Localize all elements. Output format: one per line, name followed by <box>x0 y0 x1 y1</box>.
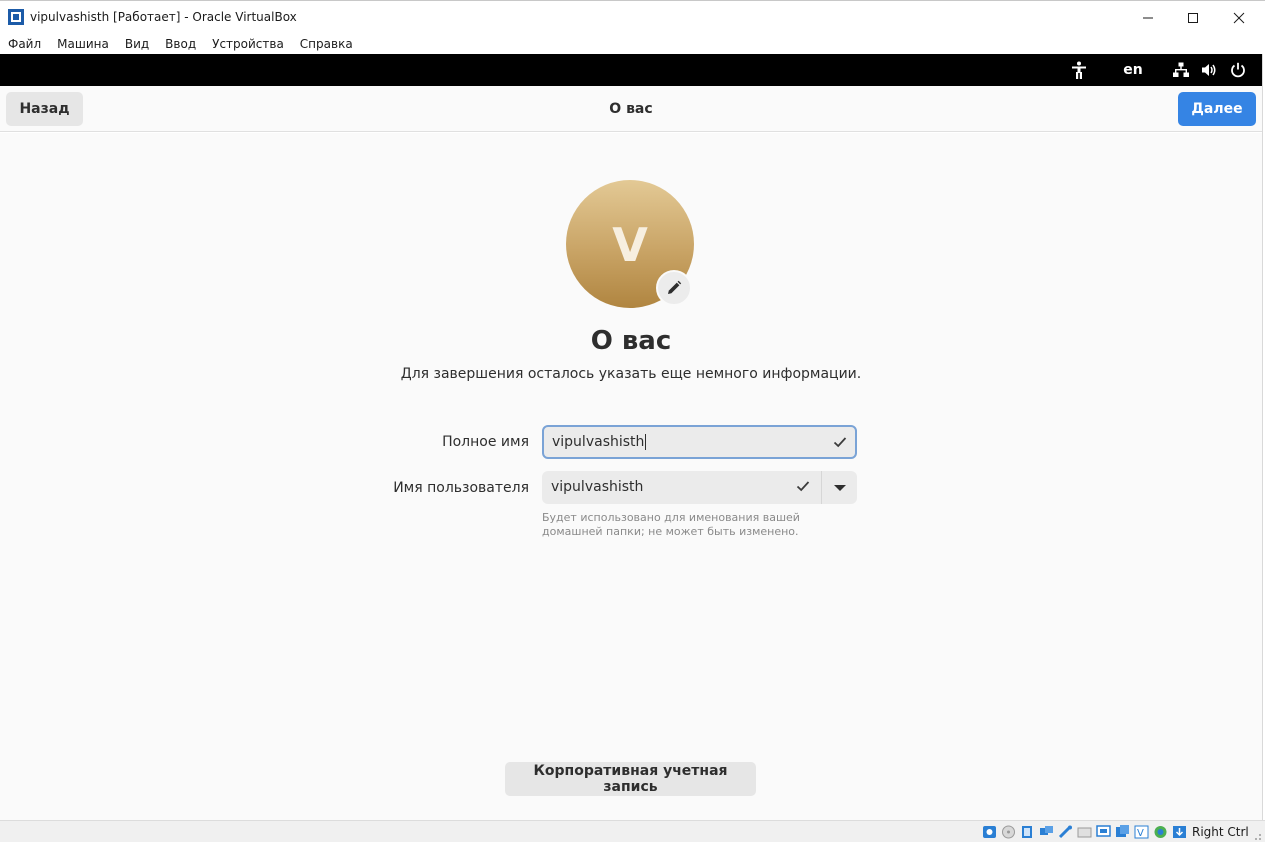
virtualbox-app-icon <box>8 9 24 25</box>
full-name-value: vipulvashisth <box>552 434 647 450</box>
audio-icon[interactable] <box>1020 825 1035 839</box>
network-icon[interactable] <box>1171 54 1191 86</box>
network-adapter-icon[interactable] <box>1039 825 1054 839</box>
menu-file[interactable]: Файл <box>8 37 41 51</box>
menu-bar: Файл Машина Вид Ввод Устройства Справка <box>0 33 1265 54</box>
pencil-icon <box>668 280 682 294</box>
setup-page-content: V О вас Для завершения осталось указать … <box>0 133 1262 820</box>
resize-grip-icon[interactable] <box>1250 829 1262 841</box>
virtualization-icon[interactable]: V <box>1134 825 1149 839</box>
accessibility-icon[interactable] <box>1068 54 1090 86</box>
shared-folders-icon[interactable] <box>1077 825 1092 839</box>
chevron-down-icon <box>833 484 846 491</box>
full-name-label: Полное имя <box>442 434 529 450</box>
avatar-initial: V <box>612 218 648 272</box>
host-key-label: Right Ctrl <box>1192 825 1249 839</box>
full-name-input[interactable]: vipulvashisth <box>542 425 857 459</box>
header-bar: Назад О вас Далее <box>0 86 1262 132</box>
minimize-icon <box>1143 17 1153 18</box>
menu-view[interactable]: Вид <box>125 37 149 51</box>
full-name-text: vipulvashisth <box>552 434 645 450</box>
username-combo[interactable]: vipulvashisth <box>542 471 857 504</box>
close-button[interactable] <box>1216 1 1262 34</box>
close-icon <box>1233 12 1245 23</box>
header-title: О вас <box>609 101 653 117</box>
recording-icon[interactable] <box>1115 825 1130 839</box>
menu-machine[interactable]: Машина <box>57 37 109 51</box>
window-title: vipulvashisth [Работает] - Oracle Virtua… <box>30 10 297 24</box>
accessibility-glyph <box>1072 61 1086 79</box>
username-value[interactable]: vipulvashisth <box>551 479 643 495</box>
page-heading: О вас <box>590 326 672 356</box>
menu-help[interactable]: Справка <box>300 37 353 51</box>
maximize-icon <box>1188 12 1198 23</box>
window-titlebar: vipulvashisth [Работает] - Oracle Virtua… <box>0 0 1265 33</box>
minimize-button[interactable] <box>1125 1 1171 34</box>
vm-status-bar: V Right Ctrl <box>0 820 1265 842</box>
power-glyph <box>1231 62 1245 78</box>
text-cursor <box>645 434 647 450</box>
username-label: Имя пользователя <box>393 480 529 496</box>
avatar-edit-button[interactable] <box>656 270 692 306</box>
network-glyph <box>1173 62 1189 77</box>
maximize-button[interactable] <box>1170 1 1216 34</box>
menu-devices[interactable]: Устройства <box>212 37 284 51</box>
username-hint: Будет использовано для именования вашей … <box>542 511 800 538</box>
checkmark-icon <box>833 437 847 448</box>
mouse-integration-icon[interactable] <box>1172 825 1187 839</box>
keyboard-language-indicator[interactable]: en <box>1120 54 1146 86</box>
guest-additions-icon[interactable] <box>1153 825 1168 839</box>
optical-drive-icon[interactable] <box>1001 825 1016 839</box>
page-subtitle: Для завершения осталось указать еще немн… <box>400 366 862 382</box>
display-icon[interactable] <box>1096 825 1111 839</box>
next-button[interactable]: Далее <box>1178 92 1256 126</box>
guest-top-bar: en <box>0 54 1262 86</box>
usb-icon[interactable] <box>1058 825 1073 839</box>
checkmark-icon <box>796 481 810 492</box>
svg-text:V: V <box>1137 828 1144 839</box>
menu-input[interactable]: Ввод <box>165 37 196 51</box>
volume-icon[interactable] <box>1199 54 1219 86</box>
username-dropdown-button[interactable] <box>822 471 857 504</box>
enterprise-login-button[interactable]: Корпоративная учетная запись <box>505 762 756 796</box>
power-icon[interactable] <box>1228 54 1248 86</box>
hard-disk-icon[interactable] <box>982 825 997 839</box>
volume-glyph <box>1202 64 1216 76</box>
